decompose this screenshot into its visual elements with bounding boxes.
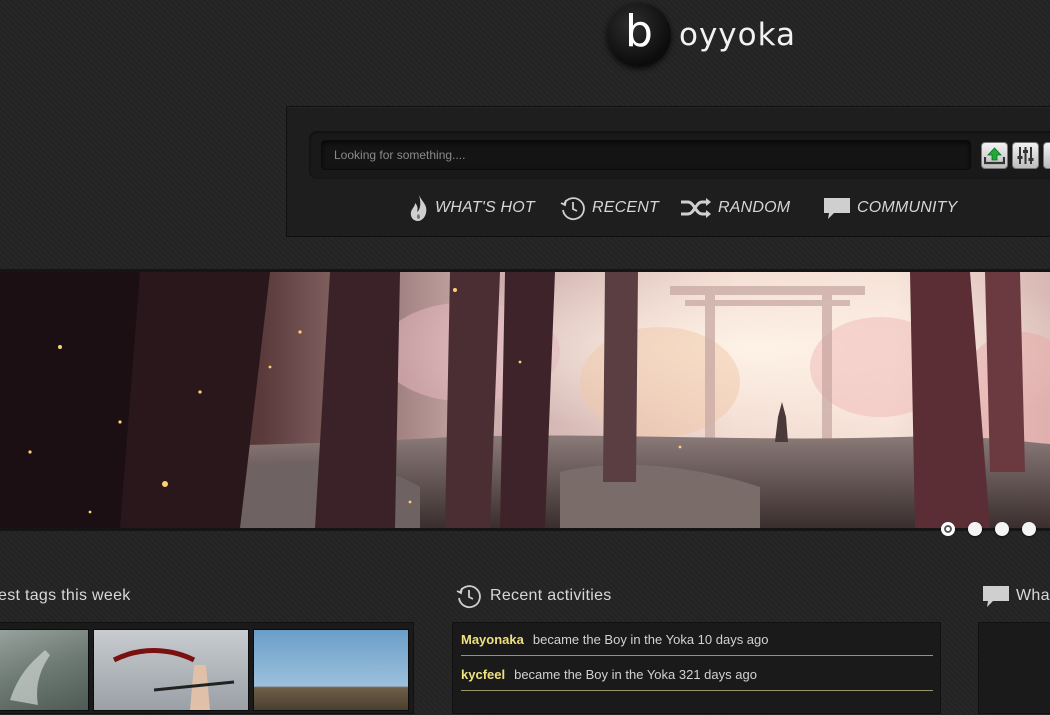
speech-bubble-icon xyxy=(824,198,850,219)
slide-dot[interactable] xyxy=(1022,522,1036,536)
nav-recent[interactable]: RECENT xyxy=(560,193,659,223)
tag-thumbnail-image xyxy=(112,648,235,710)
nav-whats-hot-label: WHAT'S HOT xyxy=(435,199,535,216)
community-section-title-text: Wha xyxy=(1016,587,1050,604)
activity-user[interactable]: Mayonaka xyxy=(461,632,524,647)
speech-bubble-icon xyxy=(983,586,1009,607)
clock-icon xyxy=(456,585,481,609)
more-tool-button[interactable] xyxy=(1043,142,1050,169)
nav-random-label: RANDOM xyxy=(718,199,791,216)
slide-dot[interactable] xyxy=(995,522,1009,536)
activity-row: kycfeel became the Boy in the Yoka 321 d… xyxy=(461,658,933,691)
activities-section-title-text: Recent activities xyxy=(490,587,612,604)
activities-section-title: Recent activities xyxy=(456,582,612,610)
search-panel: WHAT'S HOT RECENT RANDOM COMMUNITY xyxy=(286,106,1050,237)
nav-community-label: COMMUNITY xyxy=(857,199,958,216)
forest-illustration xyxy=(0,272,1050,528)
community-section-title: Wha xyxy=(982,582,1050,610)
activity-text: became the Boy in the Yoka 10 days ago xyxy=(532,631,769,647)
nav-community[interactable]: COMMUNITY xyxy=(823,193,957,223)
site-logo[interactable]: b oyyoka xyxy=(607,2,796,68)
main-nav: WHAT'S HOT RECENT RANDOM COMMUNITY xyxy=(287,193,1050,223)
search-bar xyxy=(309,131,1050,179)
slide-indicators xyxy=(941,522,1036,536)
nav-random[interactable]: RANDOM xyxy=(680,193,790,223)
tags-gallery xyxy=(0,622,414,714)
activity-text: became the Boy in the Yoka 321 days ago xyxy=(514,666,757,682)
tag-thumbnail[interactable] xyxy=(0,629,89,711)
tag-thumbnail-image xyxy=(10,650,50,705)
nav-whats-hot[interactable]: WHAT'S HOT xyxy=(409,193,535,223)
slide-dot[interactable] xyxy=(968,522,982,536)
tag-thumbnail[interactable] xyxy=(253,629,409,711)
tags-section-title: est tags this week xyxy=(0,582,131,610)
activity-row: Mayonaka became the Boy in the Yoka 10 d… xyxy=(461,623,933,656)
equalizer-icon xyxy=(1017,147,1034,164)
community-panel xyxy=(978,622,1050,714)
activities-list: Mayonaka became the Boy in the Yoka 10 d… xyxy=(452,622,941,714)
tags-section-title-text: est tags this week xyxy=(0,587,131,604)
upload-button[interactable] xyxy=(981,142,1008,169)
logo-text: oyyoka xyxy=(679,17,797,53)
settings-button[interactable] xyxy=(1012,142,1039,169)
logo-badge: b xyxy=(607,3,671,67)
tag-thumbnail[interactable] xyxy=(93,629,249,711)
clock-icon xyxy=(560,197,585,221)
slide-dot[interactable] xyxy=(941,522,955,536)
flame-icon xyxy=(410,195,427,221)
nav-recent-label: RECENT xyxy=(592,199,659,216)
upload-icon xyxy=(984,147,1005,165)
search-input[interactable] xyxy=(321,140,971,170)
activity-user[interactable]: kycfeel xyxy=(461,667,505,682)
shuffle-icon xyxy=(681,198,711,218)
hero-banner[interactable] xyxy=(0,269,1050,531)
